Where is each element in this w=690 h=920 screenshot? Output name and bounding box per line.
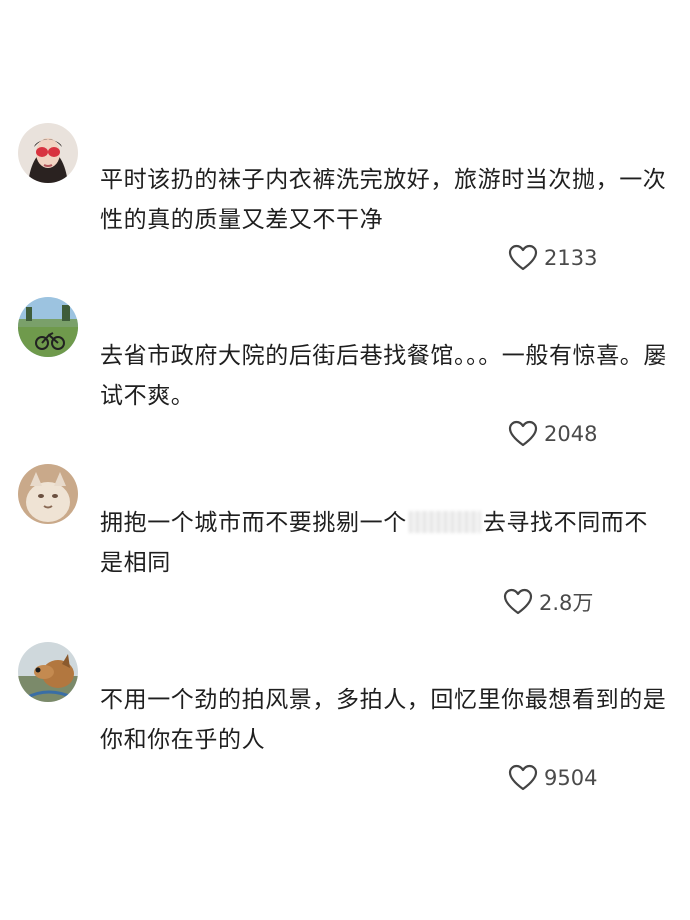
avatar-image — [18, 123, 78, 183]
heart-outline-icon — [503, 588, 533, 615]
like-count: 9504 — [544, 766, 598, 790]
heart-outline-icon — [508, 420, 538, 447]
avatar[interactable] — [18, 123, 78, 183]
avatar[interactable] — [18, 464, 78, 524]
comment-text: 不用一个劲的拍风景，多拍人，回忆里你最想看到的是你和你在乎的人 — [100, 687, 667, 753]
comment-text: 拥抱一个城市而不要挑剔一个 去寻找不同而不是相同 — [100, 503, 670, 583]
like-count: 2133 — [544, 246, 598, 270]
heart-outline-icon — [508, 244, 538, 271]
avatar[interactable] — [18, 297, 78, 357]
like-count: 2048 — [544, 422, 598, 446]
heart-outline-icon — [508, 764, 538, 791]
comment-text-part: 拥抱一个城市而不要挑剔一个 — [100, 510, 407, 536]
like-button[interactable]: 2133 — [508, 244, 597, 272]
avatar-image — [18, 642, 78, 702]
like-button[interactable]: 9504 — [508, 764, 597, 792]
avatar-image — [18, 464, 78, 524]
like-button[interactable]: 2048 — [508, 420, 597, 448]
like-count: 2.8万 — [539, 591, 594, 615]
avatar-image — [18, 297, 78, 357]
comment-list: 平时该扔的袜子内衣裤洗完放好，旅游时当次抛，一次性的真的质量又差又不干净 213… — [0, 0, 690, 920]
like-button[interactable]: 2.8万 — [503, 587, 593, 617]
comment-text: 去省市政府大院的后街后巷找餐馆。。。一般有惊喜。屡试不爽。 — [100, 343, 667, 409]
comment-text: 平时该扔的袜子内衣裤洗完放好，旅游时当次抛，一次性的真的质量又差又不干净 — [100, 167, 667, 233]
avatar[interactable] — [18, 642, 78, 702]
redacted-blur — [408, 511, 481, 533]
